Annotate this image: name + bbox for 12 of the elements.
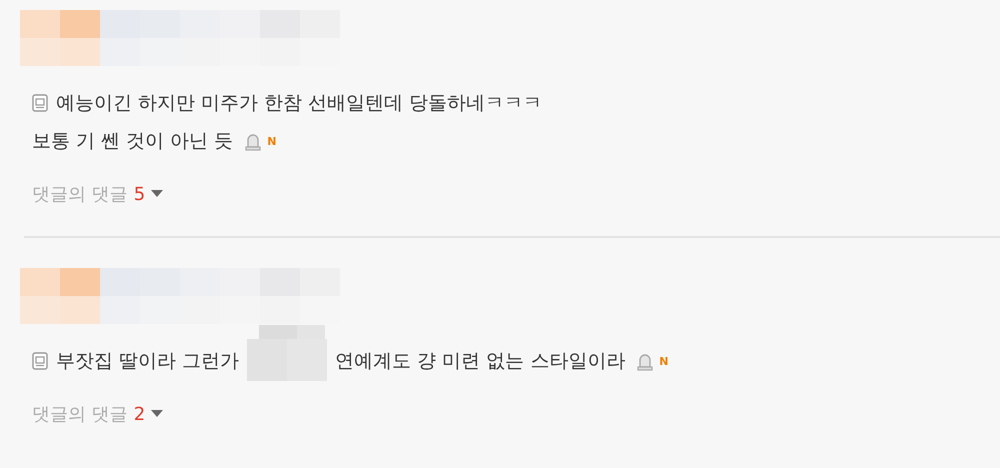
comment-text: 예능이긴 하지만 미주가 한참 선배일텐데 당돌하네ㅋㅋㅋ xyxy=(56,91,542,116)
new-mark: N xyxy=(267,134,276,148)
new-mark: N xyxy=(659,354,668,368)
caret-down-icon xyxy=(151,410,164,418)
replies-toggle[interactable]: 댓글의 댓글 2 xyxy=(32,402,164,426)
comment-text: 연예계도 걍 미련 없는 스타일이라 xyxy=(335,349,626,374)
replies-toggle[interactable]: 댓글의 댓글 5 xyxy=(32,182,164,206)
memo-icon xyxy=(32,352,48,370)
comment-text: 보통 기 쎈 것이 아닌 듯 xyxy=(32,129,234,154)
caret-down-icon xyxy=(151,190,164,198)
comment-text: 부잣집 딸이라 그런가 xyxy=(56,349,240,374)
memo-icon xyxy=(32,94,48,112)
